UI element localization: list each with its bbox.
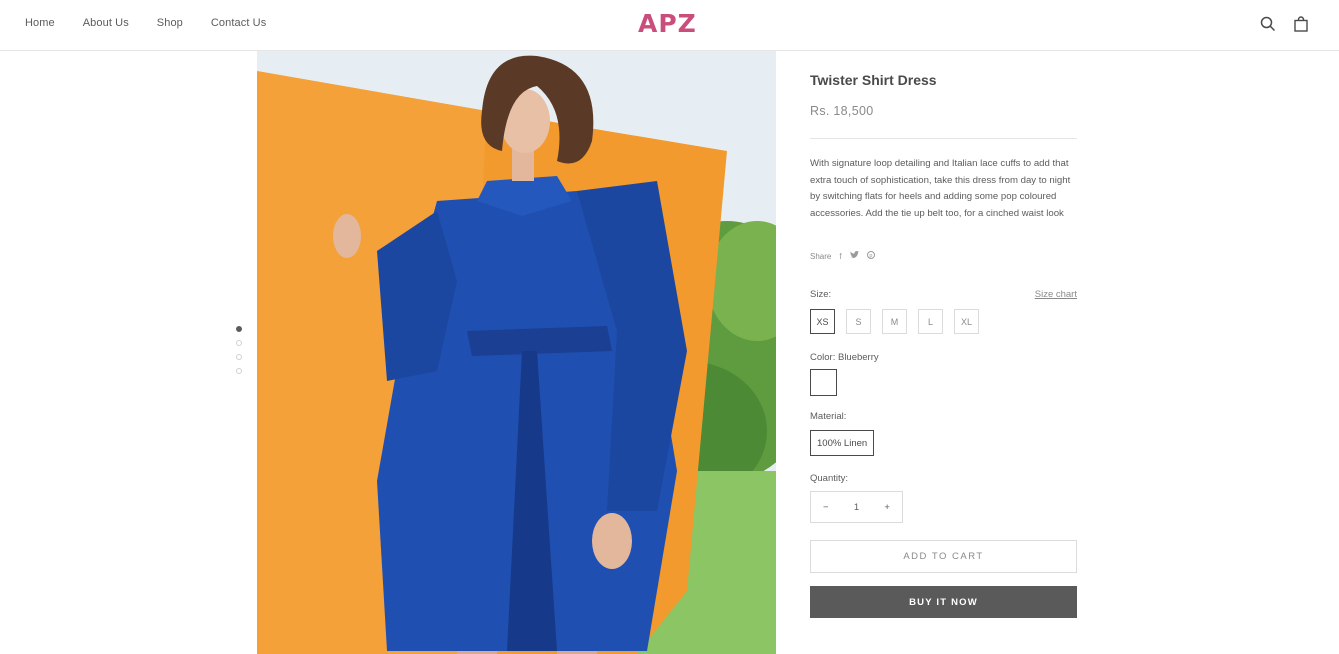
main-nav: Home About Us Shop Contact Us bbox=[25, 17, 266, 29]
gallery-dot[interactable] bbox=[236, 326, 242, 332]
header-icons bbox=[1260, 16, 1309, 32]
add-to-cart-button[interactable]: ADD TO CART bbox=[810, 540, 1077, 573]
color-label: Color: Blueberry bbox=[810, 352, 879, 363]
share-row: Share f p bbox=[810, 251, 875, 261]
nav-contact-us[interactable]: Contact Us bbox=[211, 17, 266, 29]
size-option-l[interactable]: L bbox=[918, 309, 943, 334]
gallery-dot[interactable] bbox=[236, 340, 242, 346]
size-label: Size: bbox=[810, 289, 832, 300]
facebook-icon[interactable]: f bbox=[839, 252, 841, 261]
product-image[interactable] bbox=[257, 51, 776, 654]
site-header: Home About Us Shop Contact Us APZ bbox=[0, 0, 1339, 51]
size-options: XS S M L XL bbox=[810, 309, 979, 334]
nav-about-us[interactable]: About Us bbox=[83, 17, 129, 29]
share-label: Share bbox=[810, 251, 832, 261]
pinterest-icon[interactable]: p bbox=[866, 251, 875, 261]
size-chart-link[interactable]: Size chart bbox=[1035, 289, 1077, 300]
quantity-plus-button[interactable]: + bbox=[884, 502, 890, 513]
nav-home[interactable]: Home bbox=[25, 17, 55, 29]
size-option-xl[interactable]: XL bbox=[954, 309, 979, 334]
twitter-icon[interactable] bbox=[849, 251, 859, 261]
product-title: Twister Shirt Dress bbox=[810, 72, 937, 88]
divider bbox=[810, 138, 1077, 139]
product-price: Rs. 18,500 bbox=[810, 104, 874, 118]
size-option-xs[interactable]: XS bbox=[810, 309, 835, 334]
svg-text:p: p bbox=[869, 253, 872, 259]
quantity-value[interactable]: 1 bbox=[854, 502, 859, 513]
size-option-m[interactable]: M bbox=[882, 309, 907, 334]
gallery-dot[interactable] bbox=[236, 368, 242, 374]
product-photo-illustration bbox=[257, 51, 776, 654]
gallery-dots bbox=[236, 326, 242, 374]
gallery-dot[interactable] bbox=[236, 354, 242, 360]
quantity-stepper: − 1 + bbox=[810, 491, 903, 523]
search-icon[interactable] bbox=[1260, 16, 1276, 32]
quantity-label: Quantity: bbox=[810, 473, 849, 484]
product-description: With signature loop detailing and Italia… bbox=[810, 158, 1071, 219]
color-swatch[interactable] bbox=[810, 369, 837, 396]
bag-icon[interactable] bbox=[1293, 16, 1309, 32]
nav-shop[interactable]: Shop bbox=[157, 17, 183, 29]
size-option-s[interactable]: S bbox=[846, 309, 871, 334]
buy-it-now-button[interactable]: BUY IT NOW bbox=[810, 586, 1077, 618]
material-label: Material: bbox=[810, 411, 847, 422]
quantity-minus-button[interactable]: − bbox=[823, 502, 829, 513]
material-option[interactable]: 100% Linen bbox=[810, 430, 875, 456]
brand-logo[interactable]: APZ bbox=[638, 9, 697, 38]
